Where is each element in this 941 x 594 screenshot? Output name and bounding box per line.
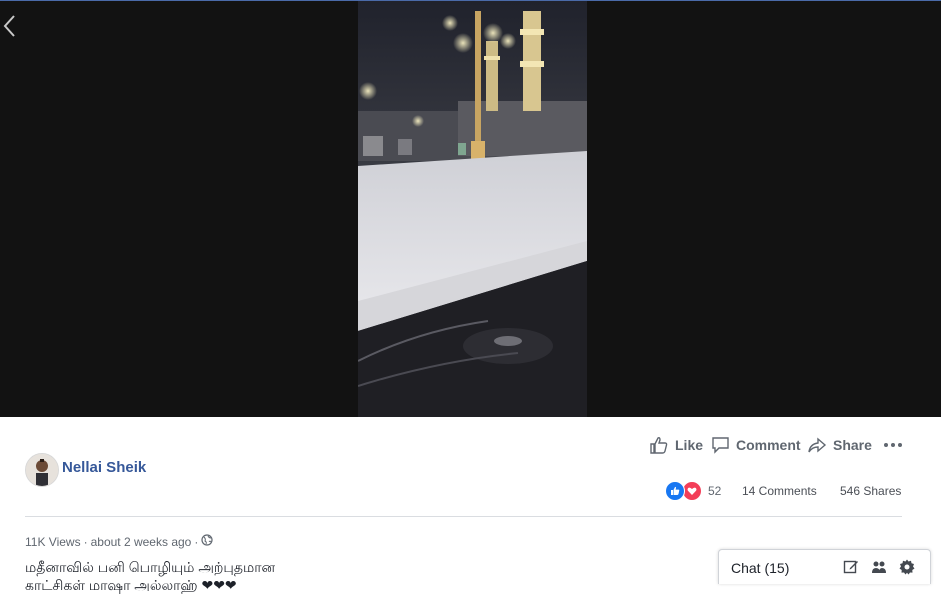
video-frame[interactable] bbox=[358, 1, 587, 417]
reactions-summary[interactable]: 52 bbox=[665, 481, 721, 501]
compose-icon[interactable] bbox=[843, 559, 859, 580]
share-label: Share bbox=[833, 437, 872, 453]
comment-label: Comment bbox=[736, 437, 801, 453]
views-count: 11K Views bbox=[25, 534, 81, 549]
shares-count[interactable]: 546 Shares bbox=[840, 484, 901, 498]
back-arrow-icon[interactable] bbox=[2, 13, 18, 39]
share-button[interactable]: Share bbox=[807, 436, 872, 454]
like-icon bbox=[649, 436, 669, 454]
video-player[interactable] bbox=[0, 1, 941, 417]
avatar[interactable] bbox=[25, 453, 59, 487]
more-icon[interactable] bbox=[884, 443, 902, 447]
gear-icon[interactable] bbox=[899, 559, 915, 580]
like-reaction-icon bbox=[665, 481, 685, 501]
like-label: Like bbox=[675, 437, 704, 453]
globe-icon bbox=[201, 534, 213, 549]
post-time[interactable]: about 2 weeks ago bbox=[91, 535, 192, 549]
comment-icon bbox=[711, 436, 730, 454]
post-meta: 11K Views · about 2 weeks ago · bbox=[25, 534, 213, 549]
like-button[interactable]: Like bbox=[649, 436, 703, 454]
people-icon[interactable] bbox=[871, 559, 887, 580]
chat-bar[interactable]: Chat (15) bbox=[718, 549, 931, 584]
comment-button[interactable]: Comment bbox=[711, 436, 801, 454]
reaction-count: 52 bbox=[708, 484, 722, 498]
meta-separator: · bbox=[83, 534, 88, 549]
meta-separator: · bbox=[194, 534, 199, 549]
caption-text-line2: காட்சிகள் மாஷா அல்லாஹ் ❤❤❤ bbox=[25, 577, 237, 593]
share-icon bbox=[807, 436, 827, 454]
chat-label[interactable]: Chat (15) bbox=[731, 560, 789, 576]
love-reaction-icon bbox=[682, 481, 702, 501]
divider bbox=[25, 516, 902, 517]
comments-count[interactable]: 14 Comments bbox=[742, 484, 817, 498]
author-name[interactable]: Nellai Sheik bbox=[62, 459, 146, 476]
caption-text: மதீனாவில் பனி பொழியும் அற்புதமான bbox=[25, 559, 276, 575]
